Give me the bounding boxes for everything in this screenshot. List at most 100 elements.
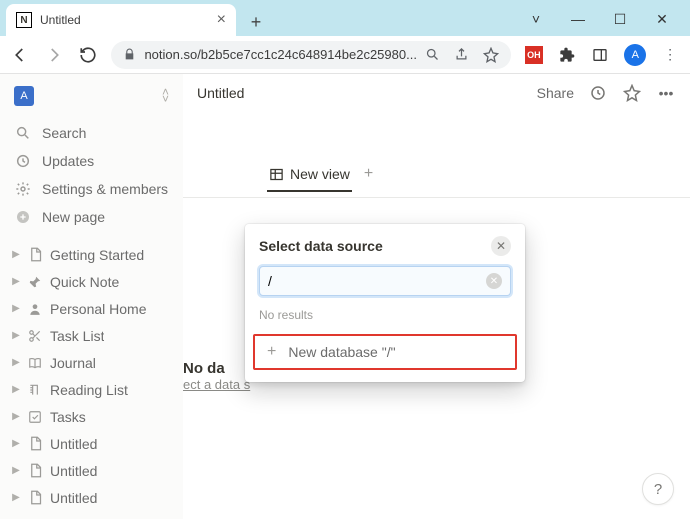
help-button[interactable]: ?: [642, 473, 674, 505]
person-icon: [28, 302, 46, 316]
new-database-button[interactable]: + New database "/": [253, 334, 517, 370]
table-icon: [269, 167, 284, 182]
workspace-badge: A: [14, 86, 34, 106]
chevron-updown-icon: ˄˅: [162, 89, 169, 103]
plus-icon: +: [267, 343, 276, 361]
window-titlebar: N Untitled × + ˅ — ☐ ✕: [0, 0, 690, 36]
window-controls: ˅ — ☐ ✕: [526, 11, 690, 36]
book-icon: [28, 356, 46, 370]
sidebar-updates[interactable]: Updates: [4, 147, 179, 174]
search-in-page-icon[interactable]: [425, 47, 440, 62]
view-tab-new[interactable]: New view: [267, 162, 352, 192]
sidebar-page-item[interactable]: ▶ Untitled: [4, 430, 179, 457]
page-label: Getting Started: [50, 247, 144, 263]
chevron-right-icon[interactable]: ▶: [8, 249, 24, 260]
side-panel-icon[interactable]: [591, 45, 611, 65]
add-view-button[interactable]: +: [364, 165, 373, 189]
minimize-button[interactable]: —: [568, 11, 588, 28]
page-label: Quick Note: [50, 274, 119, 290]
chevron-right-icon[interactable]: ▶: [8, 384, 24, 395]
sidebar-settings[interactable]: Settings & members: [4, 175, 179, 202]
browser-tab[interactable]: N Untitled ×: [6, 4, 236, 36]
chevron-right-icon[interactable]: ▶: [8, 303, 24, 314]
sidebar-search[interactable]: Search: [4, 119, 179, 146]
chevron-right-icon[interactable]: ▶: [8, 411, 24, 422]
new-database-label: New database "/": [288, 344, 395, 360]
document-icon: [28, 436, 46, 451]
data-source-search[interactable]: ✕: [259, 266, 511, 296]
sidebar-page-item[interactable]: ▶Untitled: [4, 457, 179, 484]
sidebar-page-item[interactable]: ▶Tasks: [4, 403, 179, 430]
chevron-right-icon[interactable]: ▶: [8, 330, 24, 341]
no-results-text: No results: [245, 296, 525, 330]
url-text: notion.so/b2b5ce7cc1c24c648914be2c25980.…: [144, 47, 417, 62]
sidebar-page-item[interactable]: ▶Untitled: [4, 484, 179, 511]
check-icon: [28, 410, 46, 424]
chevron-right-icon[interactable]: ▶: [8, 465, 24, 476]
page-content: New view + No da ect a data s Select dat…: [183, 112, 690, 519]
sidebar-page-item[interactable]: ▶ Task List: [4, 322, 179, 349]
browser-toolbar: notion.so/b2b5ce7cc1c24c648914be2c25980.…: [0, 36, 690, 74]
bookmark-star-icon[interactable]: [483, 47, 499, 63]
sidebar-label: Updates: [42, 153, 94, 169]
share-button[interactable]: Share: [537, 85, 574, 101]
chevron-right-icon[interactable]: ▶: [8, 438, 24, 449]
workspace-switcher[interactable]: A ˄˅: [4, 82, 179, 118]
chevron-right-icon[interactable]: ▶: [8, 276, 24, 287]
menu-icon[interactable]: ⋮: [660, 45, 680, 65]
extensions-icon[interactable]: [557, 45, 577, 65]
data-source-popover: Select data source ✕ ✕ No results + New …: [245, 224, 525, 382]
search-icon: [14, 125, 32, 141]
topbar: Untitled Share •••: [183, 74, 690, 112]
view-tab-label: New view: [290, 166, 350, 182]
popover-title: Select data source: [259, 238, 383, 254]
document-icon: [28, 463, 46, 478]
page-label: Journal: [50, 355, 96, 371]
page-label: Reading List: [50, 382, 128, 398]
breadcrumb[interactable]: Untitled: [197, 85, 244, 101]
chevron-down-icon[interactable]: ˅: [526, 11, 546, 28]
maximize-button[interactable]: ☐: [610, 11, 630, 28]
chevron-right-icon[interactable]: ▶: [8, 492, 24, 503]
share-url-icon[interactable]: [454, 47, 469, 62]
clock-icon[interactable]: [588, 84, 608, 102]
database-tabs: New view +: [267, 162, 690, 192]
page-label: Task List: [50, 328, 104, 344]
sidebar-page-item[interactable]: ▶ Getting Started: [4, 241, 179, 268]
sidebar-label: Search: [42, 125, 86, 141]
clock-icon: [14, 153, 32, 169]
chevron-right-icon[interactable]: ▶: [8, 357, 24, 368]
search-input[interactable]: [268, 273, 486, 289]
notion-favicon: N: [16, 12, 32, 28]
page-label: Untitled: [50, 436, 97, 452]
plus-circle-icon: [14, 209, 32, 225]
close-tab-icon[interactable]: ×: [217, 11, 226, 29]
sidebar: A ˄˅ Search Updates Settings & members N…: [0, 74, 183, 519]
bookmark-icon: [28, 383, 46, 397]
close-window-button[interactable]: ✕: [652, 11, 672, 28]
sidebar-page-item[interactable]: ▶ Journal: [4, 349, 179, 376]
document-icon: [28, 247, 46, 262]
lock-icon: [123, 48, 136, 61]
more-icon[interactable]: •••: [656, 85, 676, 101]
extension-badge[interactable]: OH: [525, 46, 543, 64]
sidebar-page-item[interactable]: ▶Personal Home: [4, 295, 179, 322]
main-content: Untitled Share ••• New view + No da ect …: [183, 74, 690, 519]
close-icon[interactable]: ✕: [491, 236, 511, 256]
clear-input-icon[interactable]: ✕: [486, 273, 502, 289]
gear-icon: [14, 181, 32, 197]
document-icon: [28, 490, 46, 505]
reload-button[interactable]: [78, 45, 98, 65]
back-button[interactable]: [10, 45, 30, 65]
new-tab-button[interactable]: +: [242, 8, 270, 36]
select-hint-text: ect a data s: [183, 377, 250, 392]
pin-icon: [28, 275, 46, 289]
address-bar[interactable]: notion.so/b2b5ce7cc1c24c648914be2c25980.…: [111, 41, 511, 69]
forward-button[interactable]: [44, 45, 64, 65]
profile-avatar[interactable]: A: [624, 44, 646, 66]
tab-title: Untitled: [40, 13, 209, 27]
sidebar-page-item[interactable]: ▶ Reading List: [4, 376, 179, 403]
sidebar-page-item[interactable]: ▶ Quick Note: [4, 268, 179, 295]
star-icon[interactable]: [622, 84, 642, 102]
sidebar-new-page[interactable]: New page: [4, 203, 179, 230]
